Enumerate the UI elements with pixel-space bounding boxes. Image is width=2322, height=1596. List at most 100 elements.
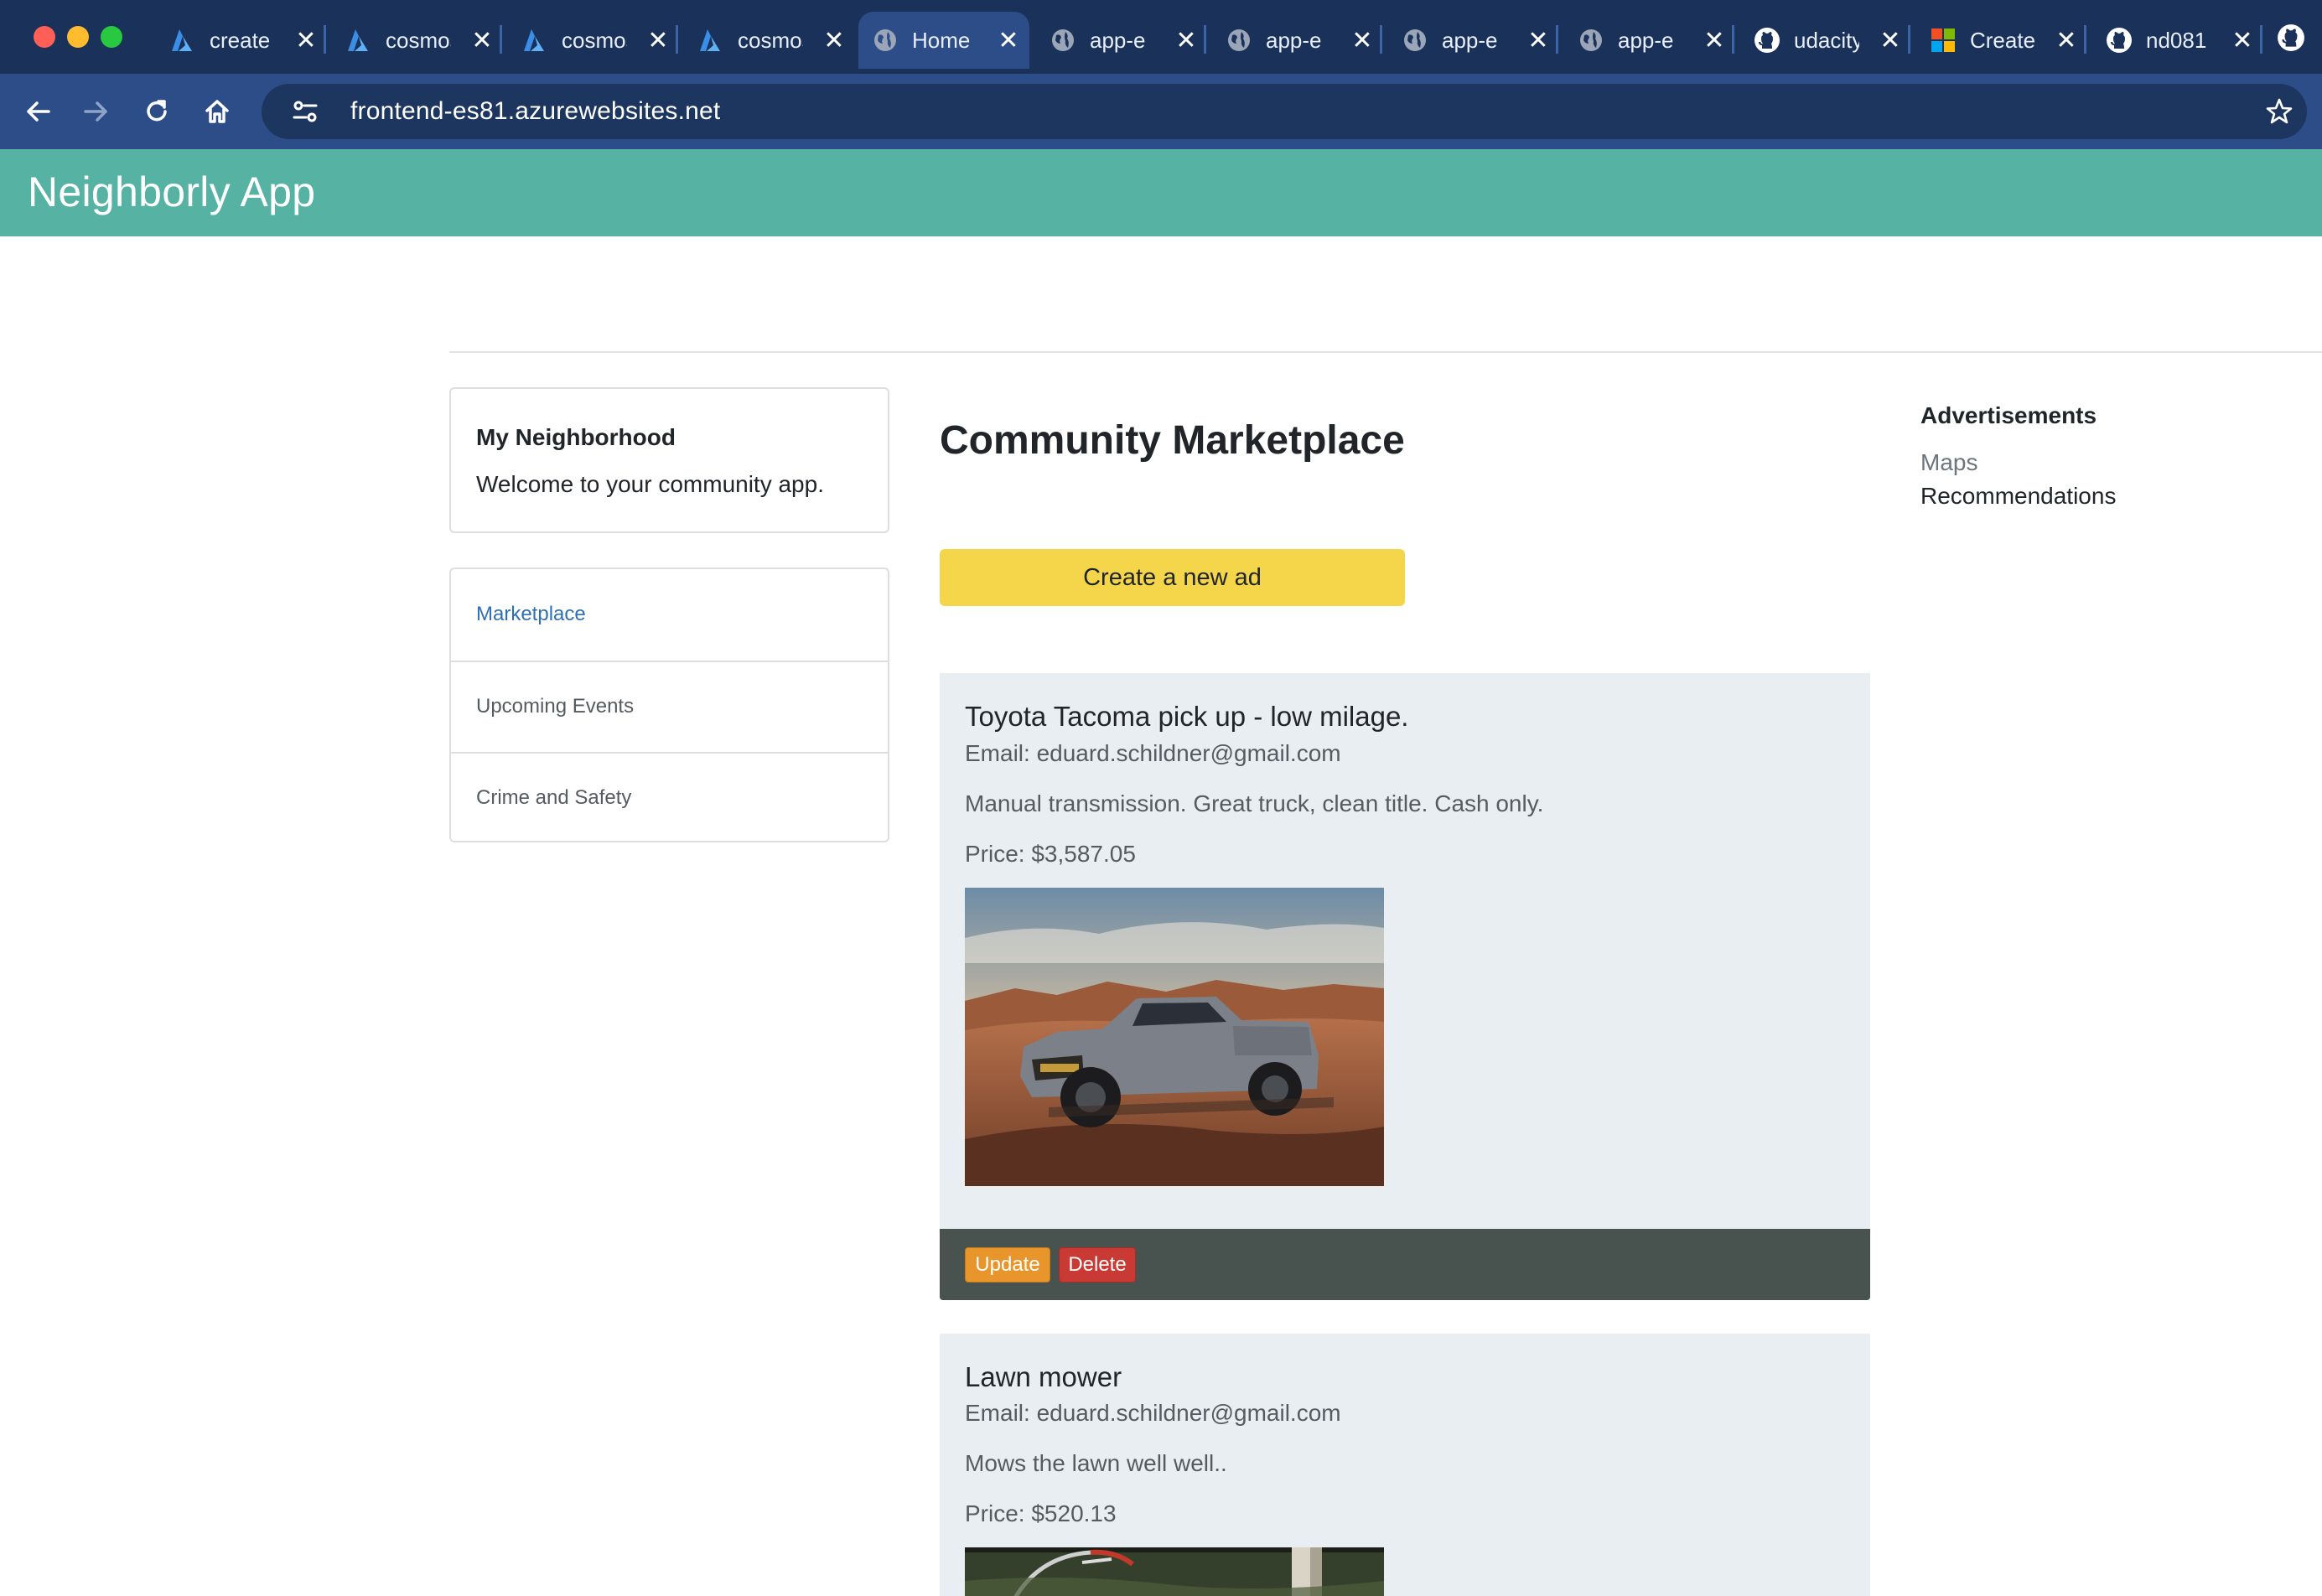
tab-title: app-e [1618,27,1674,53]
reload-icon[interactable] [136,91,178,132]
tab-separator [1556,25,1558,54]
app-title[interactable]: Neighborly App [28,168,315,216]
close-tab-icon[interactable]: ✕ [1174,26,1199,55]
close-tab-icon[interactable]: ✕ [2054,26,2079,55]
ad-description: Manual transmission. Great truck, clean … [965,790,1544,816]
tab-separator [1732,25,1734,54]
back-icon[interactable] [17,91,59,132]
tab-separator [1380,25,1382,54]
ad-card: Lawn mower Email: eduard.schildner@gmail… [940,1334,1870,1596]
create-ad-button[interactable]: Create a new ad [940,549,1405,606]
ad-email: Email: eduard.schildner@gmail.com [965,1400,1341,1426]
browser-tab-udacity[interactable]: udacity ✕ [1740,12,1911,69]
globe-icon [1578,27,1604,54]
close-tab-icon[interactable]: ✕ [1350,26,1375,55]
globe-icon [1402,27,1428,54]
ad-description: Mows the lawn well well.. [965,1450,1227,1476]
advertisements-heading: Advertisements [1920,402,2097,428]
neighborhood-welcome-text: Welcome to your community app. [476,471,824,497]
browser-tab-cosmos-3[interactable]: cosmos ✕ [684,12,855,69]
close-tab-icon[interactable]: ✕ [822,26,847,55]
site-info-icon[interactable] [280,86,330,137]
tab-title: cosmos [386,27,451,53]
pickup-truck-photo [965,888,1384,1186]
globe-icon [1050,27,1076,54]
tab-title: app-e [1090,27,1146,53]
close-tab-icon[interactable]: ✕ [1878,26,1903,55]
azure-icon [169,27,196,54]
tab-separator [2260,25,2262,54]
neighborhood-title: My Neighborhood [476,424,676,450]
tab-separator [1204,25,1206,54]
ad-email: Email: eduard.schildner@gmail.com [965,740,1341,766]
globe-icon [872,27,899,54]
tab-title: Create [1970,27,2035,53]
url-text[interactable]: frontend-es81.azurewebsites.net [350,97,720,126]
tab-separator [2084,25,2086,54]
tab-title: create [210,27,271,53]
sidebar-item-upcoming-events[interactable]: Upcoming Events [451,661,888,751]
browser-tab-app-e-4[interactable]: app-e ✕ [1564,12,1735,69]
tab-title: nd081 [2146,27,2207,53]
tab-separator [676,25,678,54]
close-tab-icon[interactable]: ✕ [469,26,495,55]
advertisement-link-maps[interactable]: Maps [1920,449,1977,476]
browser-tab-home[interactable]: Home ✕ [858,12,1029,69]
close-tab-icon[interactable]: ✕ [2230,26,2255,55]
tab-title: Home [912,27,971,53]
ad-actions-footer: Update Delete [940,1229,1870,1300]
microsoft-icon [1930,27,1957,54]
github-icon [1754,27,1780,54]
browser-toolbar: frontend-es81.azurewebsites.net [0,74,2322,149]
browser-tab-cosmos-2[interactable]: cosmos ✕ [508,12,679,69]
tab-separator [324,25,326,54]
tab-title: cosmos [562,27,627,53]
browser-tab-app-e-1[interactable]: app-e ✕ [1036,12,1207,69]
close-tab-icon[interactable]: ✕ [293,26,319,55]
close-window-button[interactable] [34,26,55,48]
lawn-mower-photo [965,1547,1384,1596]
github-icon[interactable] [2277,23,2310,57]
maximize-window-button[interactable] [101,26,122,48]
sidebar-nav: Marketplace Upcoming Events Crime and Sa… [449,567,889,842]
github-icon [2106,27,2133,54]
browser-tab-app-e-2[interactable]: app-e ✕ [1212,12,1383,69]
ad-title: Toyota Tacoma pick up - low milage. [965,701,1409,732]
azure-icon [345,27,372,54]
close-tab-icon[interactable]: ✕ [996,26,1021,55]
globe-icon [1226,27,1252,54]
browser-tab-app-e-3[interactable]: app-e ✕ [1388,12,1559,69]
minimize-window-button[interactable] [67,26,89,48]
tab-separator [500,25,502,54]
neighborhood-card: My Neighborhood Welcome to your communit… [449,387,889,533]
close-tab-icon[interactable]: ✕ [1526,26,1551,55]
tab-title: cosmos [738,27,803,53]
bookmark-star-icon[interactable] [2258,91,2300,132]
tab-title: app-e [1442,27,1498,53]
tab-title: udacity [1794,27,1859,53]
tab-strip: create ✕ cosmos ✕ cosmos ✕ cosmos ✕ Home [0,0,2322,74]
forward-icon[interactable] [75,91,117,132]
delete-button[interactable]: Delete [1059,1247,1136,1282]
address-bar[interactable]: frontend-es81.azurewebsites.net [262,84,2307,139]
browser-tab-nd081[interactable]: nd081 ✕ [2092,12,2263,69]
app-header: Neighborly App [0,149,2322,236]
divider [449,351,2322,353]
browser-chrome: create ✕ cosmos ✕ cosmos ✕ cosmos ✕ Home [0,0,2322,149]
tab-separator [1908,25,1910,54]
browser-tab-create-2[interactable]: Create ✕ [1916,12,2087,69]
ad-card: Toyota Tacoma pick up - low milage. Emai… [940,673,1870,1300]
browser-tab-create[interactable]: create ✕ [156,12,327,69]
tab-title: app-e [1266,27,1322,53]
sidebar-item-marketplace[interactable]: Marketplace [451,569,888,660]
azure-icon [697,27,724,54]
sidebar-item-crime-and-safety[interactable]: Crime and Safety [451,752,888,841]
browser-tab-cosmos-1[interactable]: cosmos ✕ [332,12,503,69]
advertisement-link-recommendations[interactable]: Recommendations [1920,483,2116,510]
close-tab-icon[interactable]: ✕ [1702,26,1727,55]
update-button[interactable]: Update [965,1247,1050,1282]
home-icon[interactable] [196,91,238,132]
ad-price: Price: $520.13 [965,1500,1117,1526]
azure-icon [521,27,548,54]
close-tab-icon[interactable]: ✕ [645,26,671,55]
